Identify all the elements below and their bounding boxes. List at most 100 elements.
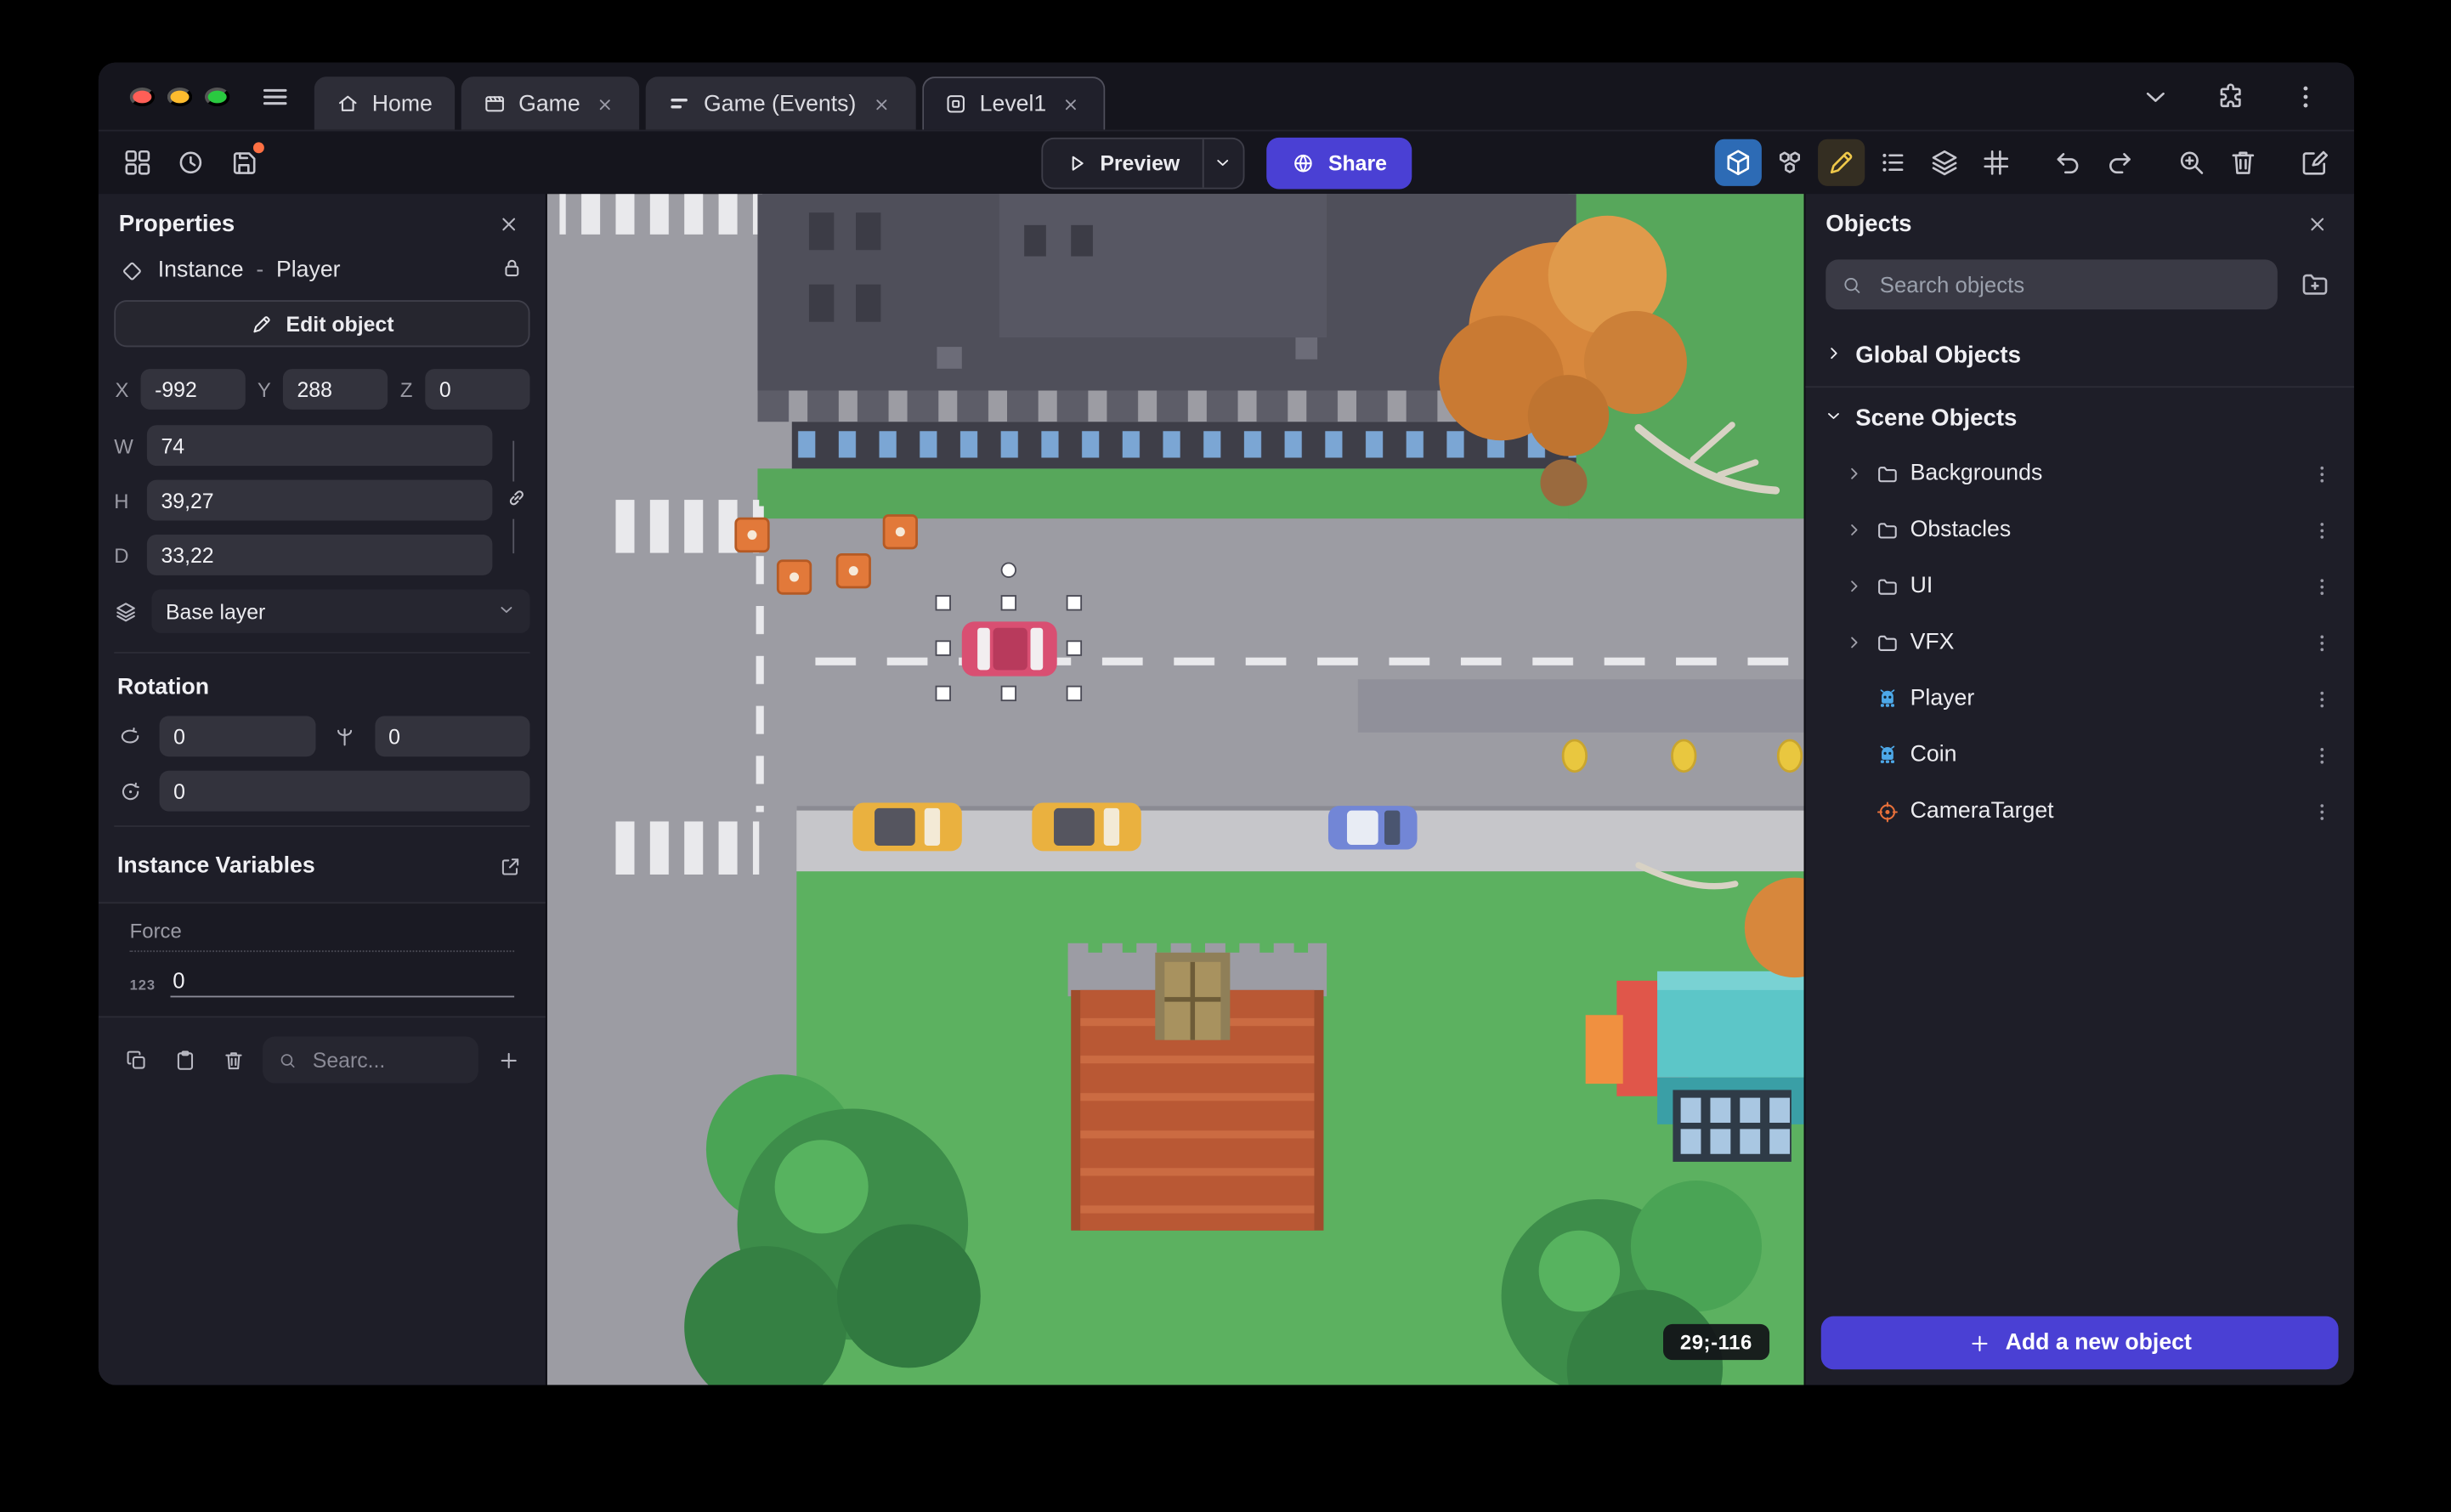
camera-target-icon	[1876, 800, 1899, 824]
dotted-list-icon	[1882, 153, 1904, 172]
pickup-box	[734, 517, 770, 553]
new-folder-button[interactable]	[2296, 266, 2334, 303]
y-input[interactable]	[282, 369, 388, 410]
close-objects-button[interactable]	[2300, 207, 2334, 241]
folder-menu-button[interactable]	[2304, 512, 2338, 546]
view-3d-button[interactable]	[1714, 139, 1762, 186]
folder-menu-button[interactable]	[2304, 456, 2338, 490]
rotation-x-input[interactable]	[159, 716, 315, 757]
layers-button[interactable]	[1921, 139, 1967, 186]
grid-button[interactable]	[1973, 139, 2019, 186]
preview-options-button[interactable]	[1201, 138, 1242, 187]
brick-building[interactable]	[1067, 943, 1327, 1231]
collapse-tabs-button[interactable]	[2132, 73, 2179, 120]
titlebar-right-controls	[2132, 73, 2354, 120]
variables-search-input[interactable]	[309, 1046, 463, 1073]
group-scene-objects[interactable]: Scene Objects	[1805, 391, 2354, 445]
close-icon	[875, 99, 886, 110]
sprite-icon	[1876, 687, 1899, 711]
scene-canvas[interactable]: 29;-116	[546, 194, 1804, 1385]
edit-object-button[interactable]: Edit object	[114, 300, 530, 348]
rotation-z-input[interactable]	[159, 770, 530, 812]
edit-object-label: Edit object	[286, 311, 394, 336]
add-new-object-button[interactable]: Add a new object	[1820, 1316, 2339, 1370]
chevron-down-icon	[1824, 405, 1842, 431]
object-menu-button[interactable]	[2304, 738, 2338, 772]
object-menu-button[interactable]	[2304, 682, 2338, 716]
more-options-button[interactable]	[2282, 73, 2329, 120]
objects-tool-button[interactable]	[1766, 139, 1813, 186]
car-yellow-2[interactable]	[1032, 802, 1141, 852]
object-row-cameratarget[interactable]: CameraTarget	[1805, 783, 2354, 839]
kebab-icon	[2319, 522, 2324, 538]
folder-menu-button[interactable]	[2304, 626, 2338, 660]
main-menu-button[interactable]	[252, 73, 298, 120]
lock-instance-button[interactable]	[501, 257, 524, 285]
tab-home[interactable]: Home	[314, 76, 455, 130]
delete-button[interactable]	[2220, 139, 2267, 186]
variable-value-input[interactable]: 0	[169, 968, 515, 998]
paste-variable-button[interactable]	[166, 1041, 203, 1079]
redo-button[interactable]	[2096, 139, 2143, 186]
building-block-top[interactable]	[757, 194, 1576, 469]
close-tab-button[interactable]	[592, 92, 617, 116]
folder-row-ui[interactable]: UI	[1805, 558, 2354, 614]
close-properties-button[interactable]	[491, 207, 525, 241]
group-global-objects[interactable]: Global Objects	[1805, 328, 2354, 382]
selected-player-instance[interactable]	[961, 621, 1057, 677]
layer-select[interactable]: Base layer	[151, 589, 530, 633]
undo-button[interactable]	[2045, 139, 2092, 186]
object-menu-button[interactable]	[2304, 794, 2338, 828]
link-dimensions-button[interactable]	[505, 481, 529, 519]
close-tab-button[interactable]	[1059, 92, 1084, 116]
rotate-z-icon	[114, 779, 145, 803]
height-input[interactable]	[146, 479, 493, 521]
copy-variable-button[interactable]	[117, 1041, 155, 1079]
group-label: Scene Objects	[1855, 405, 2018, 432]
z-input[interactable]	[425, 369, 530, 410]
tab-game-events[interactable]: Game (Events)	[645, 76, 916, 130]
open-variables-editor-button[interactable]	[492, 849, 526, 883]
tab-level1[interactable]: Level1	[921, 76, 1107, 130]
minimize-window-button[interactable]	[167, 87, 193, 106]
save-button[interactable]	[220, 139, 267, 186]
car-yellow-1[interactable]	[852, 802, 962, 852]
folder-menu-button[interactable]	[2304, 569, 2338, 603]
width-input[interactable]	[146, 425, 493, 467]
toolbar-right	[1714, 139, 2339, 186]
project-manager-button[interactable]	[114, 139, 161, 186]
object-row-player[interactable]: Player	[1805, 671, 2354, 727]
instances-list-button[interactable]	[1870, 139, 1916, 186]
extensions-button[interactable]	[2207, 73, 2254, 120]
folder-row-obstacles[interactable]: Obstacles	[1805, 501, 2354, 558]
close-window-button[interactable]	[129, 87, 156, 106]
close-tab-button[interactable]	[869, 92, 893, 116]
share-button[interactable]: Share	[1265, 136, 1412, 189]
folder-row-vfx[interactable]: VFX	[1805, 614, 2354, 671]
folder-icon	[1876, 575, 1899, 598]
zoom-window-button[interactable]	[204, 87, 230, 106]
add-new-object-label: Add a new object	[2005, 1330, 2192, 1356]
scene-render[interactable]	[546, 194, 1804, 1385]
size-rows: W H D	[114, 425, 529, 575]
instance-name: Player	[275, 258, 341, 283]
scene-editor-button[interactable]	[2291, 139, 2338, 186]
objects-search-input[interactable]	[1876, 270, 2262, 299]
home-icon	[339, 95, 357, 111]
rotation-y-input[interactable]	[374, 716, 530, 757]
depth-input[interactable]	[146, 535, 493, 575]
zoom-button[interactable]	[2168, 139, 2215, 186]
unsaved-changes-badge	[252, 142, 264, 154]
folder-row-backgrounds[interactable]: Backgrounds	[1805, 445, 2354, 501]
tab-game[interactable]: Game	[461, 76, 640, 130]
delete-variable-button[interactable]	[214, 1041, 252, 1079]
x-input[interactable]	[140, 369, 246, 410]
properties-panel: Properties Instance - Player Edit object…	[98, 194, 547, 1385]
objects-panel: Objects Global Objects S	[1803, 194, 2354, 1385]
object-row-coin[interactable]: Coin	[1805, 727, 2354, 783]
edit-tool-button[interactable]	[1818, 139, 1865, 186]
car-blue[interactable]	[1327, 806, 1418, 850]
add-variable-button[interactable]	[490, 1041, 527, 1079]
history-button[interactable]	[167, 139, 214, 186]
preview-button[interactable]: Preview	[1042, 139, 1202, 187]
